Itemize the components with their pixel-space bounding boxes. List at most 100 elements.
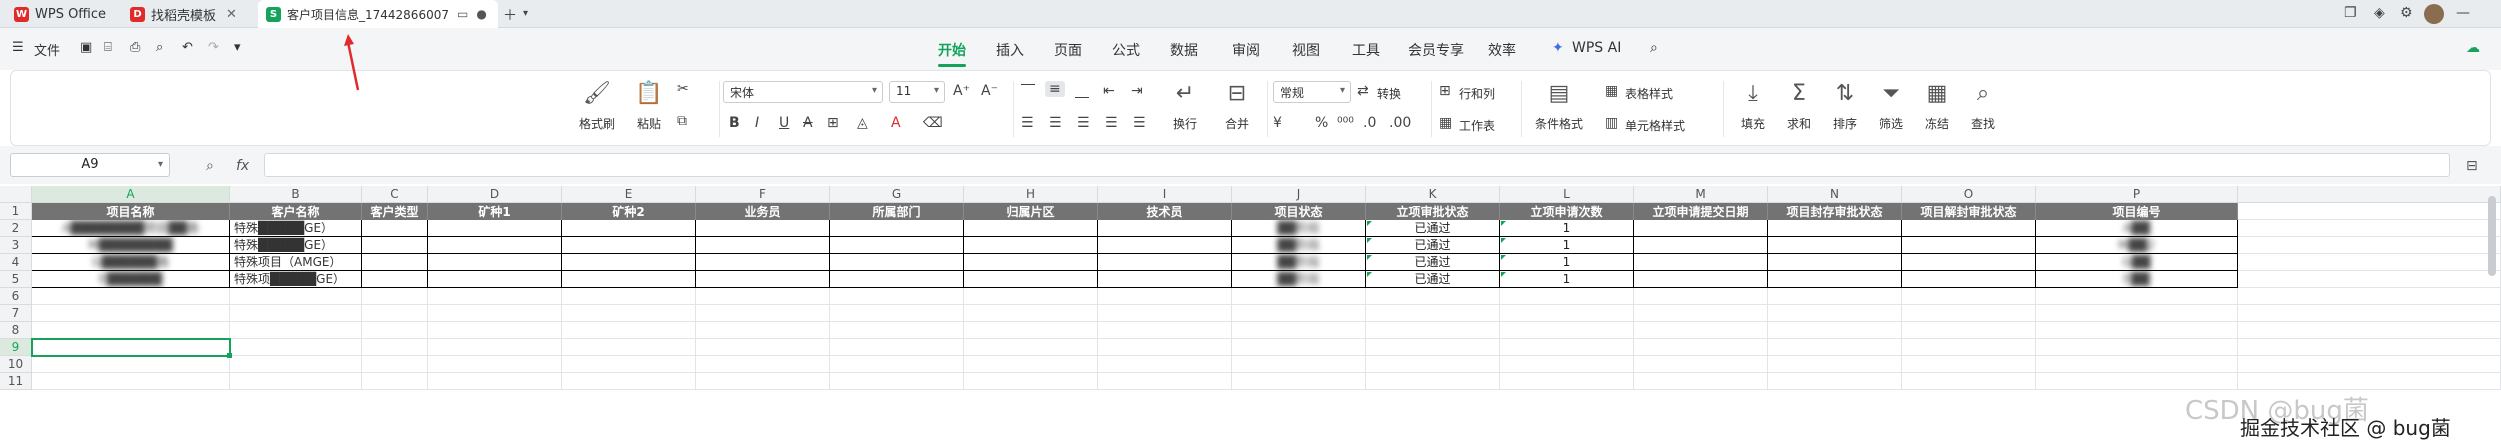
cell-c6[interactable] <box>362 288 428 305</box>
cell-o9[interactable] <box>1902 339 2036 356</box>
chevron-down-icon[interactable]: ▾ <box>523 8 528 19</box>
header-cell-o[interactable]: 项目解封审批状态 <box>1902 203 2036 220</box>
cell-h9[interactable] <box>964 339 1098 356</box>
row-header-4[interactable]: 4 <box>0 254 32 271</box>
align-middle-icon[interactable]: ≡ <box>1045 81 1065 97</box>
cell-b10[interactable] <box>230 356 362 373</box>
cell-b5[interactable]: 特殊项█████GE） <box>230 271 362 288</box>
wps-ai-icon[interactable]: ✦ <box>1552 40 1564 56</box>
settings-icon[interactable]: ⚙ <box>2400 5 2413 21</box>
cell-o3[interactable] <box>1902 237 2036 254</box>
cell-d4[interactable] <box>428 254 562 271</box>
header-cell-g[interactable]: 所属部门 <box>830 203 964 220</box>
cell-e9[interactable] <box>562 339 696 356</box>
cell-g10[interactable] <box>830 356 964 373</box>
hamburger-icon[interactable]: ☰ <box>12 40 24 55</box>
row-header-8[interactable]: 8 <box>0 322 32 339</box>
cell-e7[interactable] <box>562 305 696 322</box>
cell-p8[interactable] <box>2036 322 2238 339</box>
cell-d6[interactable] <box>428 288 562 305</box>
save-icon[interactable]: ▣ <box>80 40 92 55</box>
cell-g9[interactable] <box>830 339 964 356</box>
column-header-h[interactable]: H <box>964 186 1098 203</box>
column-header-m[interactable]: M <box>1634 186 1768 203</box>
cell-j7[interactable] <box>1232 305 1366 322</box>
cell-l11[interactable] <box>1500 373 1634 390</box>
row-header-1[interactable]: 1 <box>0 203 32 220</box>
cell-j8[interactable] <box>1232 322 1366 339</box>
chevron-down-icon[interactable]: ▾ <box>234 40 241 55</box>
cell-j4[interactable]: ██阶段 <box>1232 254 1366 271</box>
cell-o5[interactable] <box>1902 271 2036 288</box>
cell-p4[interactable]: G██ <box>2036 254 2238 271</box>
cell-b11[interactable] <box>230 373 362 390</box>
worksheet-icon[interactable]: ▦ <box>1439 115 1452 131</box>
cell-g5[interactable] <box>830 271 964 288</box>
cell-k6[interactable] <box>1366 288 1500 305</box>
cell-k5[interactable]: 已通过 <box>1366 271 1500 288</box>
cell-k7[interactable] <box>1366 305 1500 322</box>
header-cell-f[interactable]: 业务员 <box>696 203 830 220</box>
cell-f2[interactable] <box>696 220 830 237</box>
cell-o11[interactable] <box>1902 373 2036 390</box>
tab-view[interactable]: 视图 <box>1292 40 1320 60</box>
fx-icon[interactable]: fx <box>236 158 249 174</box>
cell-e10[interactable] <box>562 356 696 373</box>
tab-docer-templates[interactable]: D 找稻壳模板 ✕ <box>122 0 252 28</box>
cell-p2[interactable]: A██ <box>2036 220 2238 237</box>
strikethrough-icon[interactable]: A <box>803 115 813 131</box>
cell-n6[interactable] <box>1768 288 1902 305</box>
cube-icon[interactable]: ◈ <box>2374 5 2385 21</box>
border-icon[interactable]: ⊞ <box>827 115 839 131</box>
header-cell-e[interactable]: 矿种2 <box>562 203 696 220</box>
cell-g3[interactable] <box>830 237 964 254</box>
cell-h4[interactable] <box>964 254 1098 271</box>
cell-p6[interactable] <box>2036 288 2238 305</box>
column-header-n[interactable]: N <box>1768 186 1902 203</box>
column-header-b[interactable]: B <box>230 186 362 203</box>
cell-o8[interactable] <box>1902 322 2036 339</box>
cell-f10[interactable] <box>696 356 830 373</box>
cell-m6[interactable] <box>1634 288 1768 305</box>
window-icon[interactable]: ❐ <box>2344 5 2357 21</box>
cell-k11[interactable] <box>1366 373 1500 390</box>
number-format-select[interactable]: 常规 ▾ <box>1273 81 1351 103</box>
cell-c9[interactable] <box>362 339 428 356</box>
cell-d9[interactable] <box>428 339 562 356</box>
align-left-icon[interactable]: ☰ <box>1021 115 1034 131</box>
freeze-button[interactable]: ▦ 冻结 <box>1911 79 1963 132</box>
file-menu[interactable]: 文件 <box>34 40 60 59</box>
bold-icon[interactable]: B <box>729 115 740 131</box>
cell-i6[interactable] <box>1098 288 1232 305</box>
cell-style-icon[interactable]: ▥ <box>1605 115 1618 131</box>
column-header-d[interactable]: D <box>428 186 562 203</box>
row-header-3[interactable]: 3 <box>0 237 32 254</box>
cell-c2[interactable] <box>362 220 428 237</box>
tab-home[interactable]: 开始 <box>938 40 966 60</box>
convert-icon[interactable]: ⇄ <box>1357 83 1369 99</box>
cell-g8[interactable] <box>830 322 964 339</box>
table-style-icon[interactable]: ▦ <box>1605 83 1618 99</box>
cell-p5[interactable]: E██ <box>2036 271 2238 288</box>
cell-i4[interactable] <box>1098 254 1232 271</box>
cell-l7[interactable] <box>1500 305 1634 322</box>
cell-b8[interactable] <box>230 322 362 339</box>
convert-button[interactable]: 转换 <box>1377 85 1401 102</box>
column-header-e[interactable]: E <box>562 186 696 203</box>
header-cell-k[interactable]: 立项审批状态 <box>1366 203 1500 220</box>
align-top-icon[interactable]: ⎺ <box>1021 83 1035 99</box>
font-size-select[interactable]: 11 ▾ <box>889 81 945 103</box>
font-name-select[interactable]: 宋体 ▾ <box>723 81 883 103</box>
cell-j3[interactable]: ██阶段 <box>1232 237 1366 254</box>
cell-h10[interactable] <box>964 356 1098 373</box>
column-header-f[interactable]: F <box>696 186 830 203</box>
cell-b7[interactable] <box>230 305 362 322</box>
cell-n4[interactable] <box>1768 254 1902 271</box>
cell-e11[interactable] <box>562 373 696 390</box>
worksheet-button[interactable]: 工作表 <box>1459 117 1495 134</box>
cell-i2[interactable] <box>1098 220 1232 237</box>
cell-h5[interactable] <box>964 271 1098 288</box>
cell-l10[interactable] <box>1500 356 1634 373</box>
column-header-p[interactable]: P <box>2036 186 2238 203</box>
cell-j2[interactable]: ██阶段 <box>1232 220 1366 237</box>
